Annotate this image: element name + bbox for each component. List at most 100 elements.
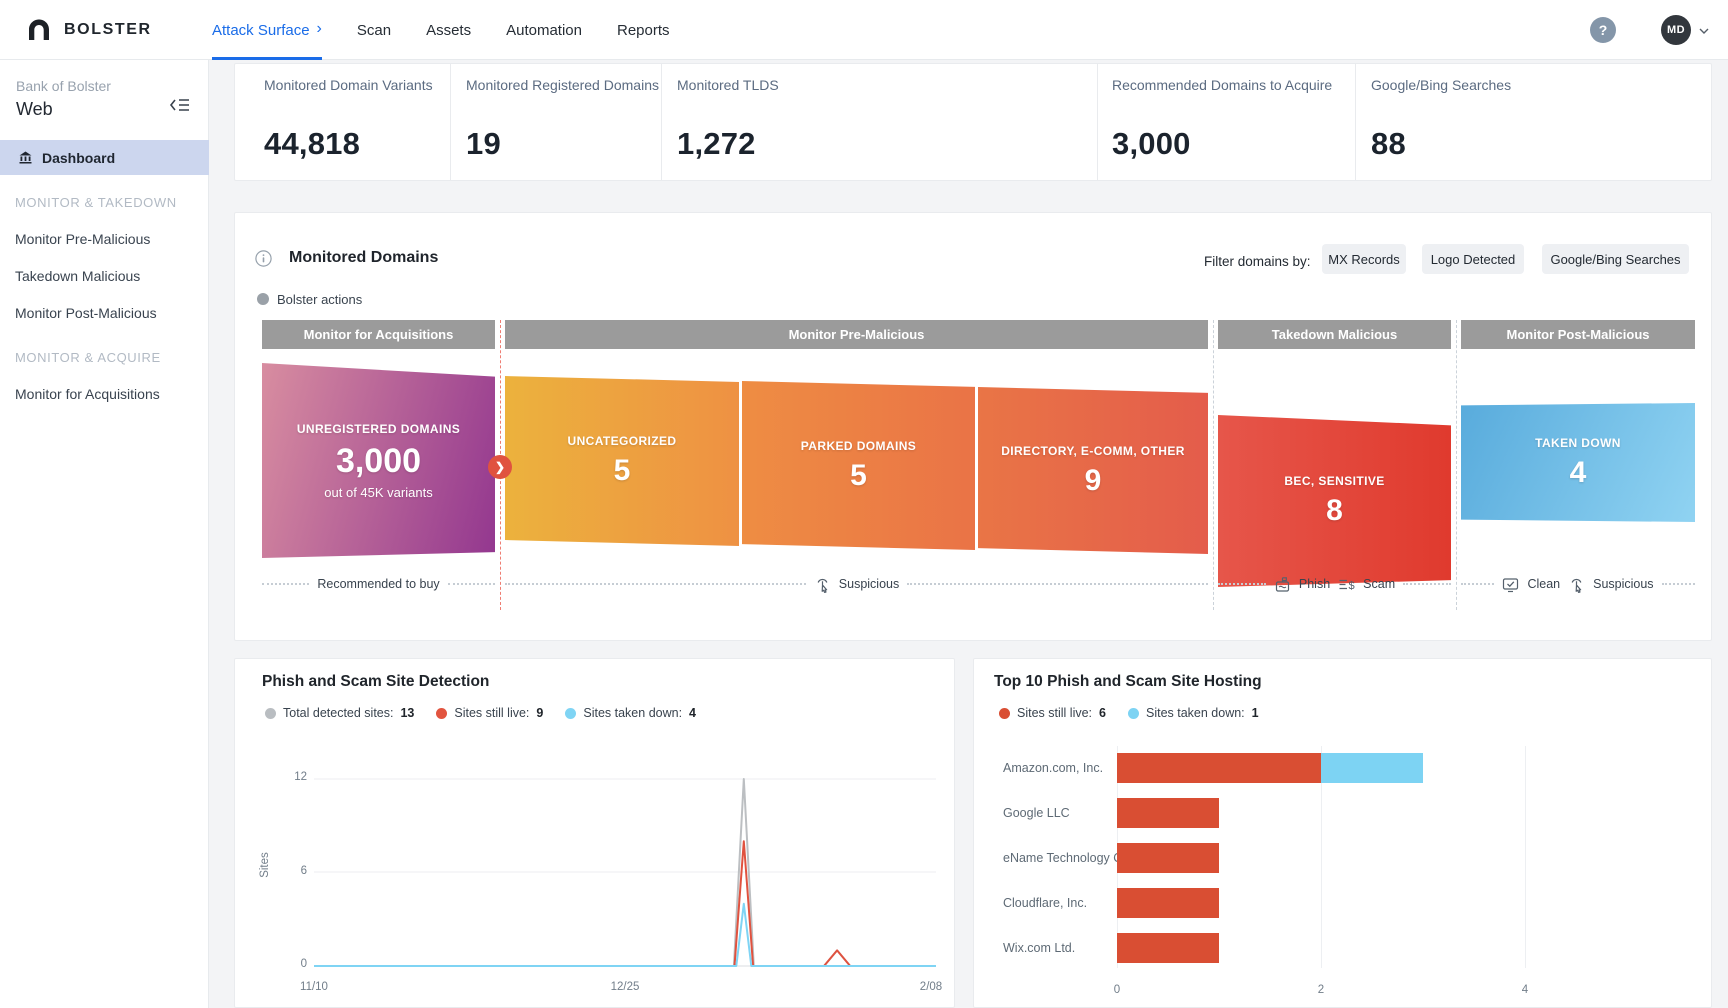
x-tick-0: 0: [1102, 984, 1132, 996]
scam-icon: $: [1338, 576, 1355, 593]
top-hosting-card: Top 10 Phish and Scam Site Hosting Sites…: [973, 658, 1712, 1008]
dotted-line: [1218, 583, 1266, 585]
section-title: Monitored Domains: [289, 249, 438, 267]
funnel-arrow-button[interactable]: ❯: [488, 455, 512, 479]
live-bar: [1117, 843, 1219, 873]
chart-title: Top 10 Phish and Scam Site Hosting: [994, 673, 1262, 691]
x-tick-2: 2: [1306, 984, 1336, 996]
live-bar: [1117, 798, 1219, 828]
funnel-segment-unregistered-domains[interactable]: UNREGISTERED DOMAINS 3,000 out of 45K va…: [262, 363, 495, 558]
bar-row-google: Google LLC: [974, 798, 1711, 828]
sidebar-section-monitor-acquire: MONITOR & ACQUIRE: [15, 350, 161, 365]
taken-down-bar: [1321, 753, 1423, 783]
nav-reports[interactable]: Reports: [617, 0, 670, 60]
dotted-line: [448, 583, 495, 585]
dotted-line: [1662, 583, 1695, 585]
funnel-header-monitor-post-malicious: Monitor Post-Malicious: [1461, 320, 1695, 349]
funnel-segment-bec-sensitive[interactable]: BEC, SENSITIVE 8: [1218, 415, 1451, 587]
funnel-header-monitor-for-acquisitions: Monitor for Acquisitions: [262, 320, 495, 349]
funnel-segment-parked-domains[interactable]: PARKED DOMAINS 5: [742, 381, 975, 550]
bar-row-amazon: Amazon.com, Inc.: [974, 753, 1711, 783]
phish-icon: [1274, 576, 1291, 593]
nav-scan[interactable]: Scan: [357, 0, 391, 60]
filter-logo-detected[interactable]: Logo Detected: [1422, 244, 1524, 274]
workspace-name: Web: [16, 99, 53, 120]
dotted-line: [505, 583, 806, 585]
legend-dot: [1128, 708, 1139, 719]
divider: [661, 64, 662, 180]
sidebar-item-monitor-post-malicious[interactable]: Monitor Post-Malicious: [15, 305, 157, 321]
funnel-header-takedown-malicious: Takedown Malicious: [1218, 320, 1451, 349]
y-tick-6: 6: [281, 865, 307, 877]
filter-mx-records[interactable]: MX Records: [1322, 244, 1406, 274]
sidebar-item-takedown-malicious[interactable]: Takedown Malicious: [15, 268, 140, 284]
chart-legend: Sites still live: 6 Sites taken down: 1: [999, 706, 1259, 720]
legend-dot: [265, 708, 276, 719]
sidebar: Bank of Bolster Web Dashboard MONITOR & …: [0, 60, 209, 1008]
funnel-segment-taken-down[interactable]: TAKEN DOWN 4: [1461, 403, 1695, 522]
divider: [1213, 320, 1214, 610]
live-bar: [1117, 753, 1321, 783]
sidebar-collapse-icon[interactable]: [169, 96, 191, 114]
clean-monitor-icon: [1502, 576, 1519, 593]
x-tick-208: 2/08: [906, 981, 956, 993]
live-bar: [1117, 933, 1219, 963]
bolster-actions-label: Bolster actions: [277, 292, 362, 307]
dotted-line: [907, 583, 1208, 585]
legend-dot: [565, 708, 576, 719]
divider: [1097, 64, 1098, 180]
divider: [450, 64, 451, 180]
sidebar-section-monitor-takedown: MONITOR & TAKEDOWN: [15, 195, 177, 210]
dotted-line: [1403, 583, 1451, 585]
bolster-logo-icon: [24, 15, 54, 45]
x-tick-1225: 12/25: [595, 981, 655, 993]
chevron-down-icon[interactable]: [1699, 26, 1709, 36]
dotted-line: [262, 583, 309, 585]
info-icon[interactable]: [255, 250, 272, 267]
filter-label: Filter domains by:: [1204, 254, 1311, 269]
legend-dot: [436, 708, 447, 719]
funnel-header-monitor-pre-malicious: Monitor Pre-Malicious: [505, 320, 1208, 349]
bolster-actions-dot: [257, 293, 269, 305]
suspicious-tap-icon: [1568, 576, 1585, 593]
bar-row-wix: Wix.com Ltd.: [974, 933, 1711, 963]
help-button[interactable]: ?: [1590, 17, 1616, 43]
divider: [1355, 64, 1356, 180]
y-tick-0: 0: [281, 958, 307, 970]
nav-automation[interactable]: Automation: [506, 0, 582, 60]
x-tick-1110: 11/10: [284, 981, 344, 993]
sidebar-item-monitor-pre-malicious[interactable]: Monitor Pre-Malicious: [15, 231, 150, 247]
bank-icon: [18, 150, 33, 165]
funnel-footer-takedown: Phish $ Scam: [1218, 573, 1451, 595]
bar-row-clo udflare: Cloudflare, Inc.: [974, 888, 1711, 918]
funnel-segment-directory-ecomm-other[interactable]: DIRECTORY, E-COMM, OTHER 9: [978, 387, 1208, 554]
legend-sites-still-live: Sites still live: 6: [999, 706, 1106, 720]
bar-row-ename: eName Technology Co....: [974, 843, 1711, 873]
main-nav: Attack Surface› Scan Assets Automation R…: [212, 0, 670, 60]
legend-total-detected: Total detected sites: 13: [265, 706, 414, 720]
nav-attack-surface[interactable]: Attack Surface›: [212, 0, 322, 60]
nav-assets[interactable]: Assets: [426, 0, 471, 60]
dotted-line: [1461, 583, 1494, 585]
legend-sites-taken-down: Sites taken down: 4: [565, 706, 696, 720]
chart-title: Phish and Scam Site Detection: [262, 673, 489, 691]
user-avatar[interactable]: MD: [1661, 15, 1691, 45]
funnel-footer-pre-malicious: Suspicious: [505, 573, 1208, 595]
svg-text:$: $: [1349, 580, 1355, 592]
top-nav: BOLSTER Attack Surface› Scan Assets Auto…: [0, 0, 1728, 60]
y-tick-12: 12: [281, 771, 307, 783]
monitored-domains-card: Monitored Domains Filter domains by: MX …: [234, 212, 1712, 641]
legend-sites-still-live: Sites still live: 9: [436, 706, 543, 720]
sidebar-item-monitor-for-acquisitions[interactable]: Monitor for Acquisitions: [15, 386, 160, 402]
sidebar-item-dashboard[interactable]: Dashboard: [0, 140, 209, 175]
filter-google-bing-searches[interactable]: Google/Bing Searches: [1542, 244, 1689, 274]
funnel-footer-post-malicious: Clean Suspicious: [1461, 573, 1695, 595]
legend-sites-taken-down: Sites taken down: 1: [1128, 706, 1259, 720]
x-tick-4: 4: [1510, 984, 1540, 996]
funnel-segment-uncategorized[interactable]: UNCATEGORIZED 5: [505, 376, 739, 546]
detection-line-chart: [314, 778, 936, 968]
legend-dot: [999, 708, 1010, 719]
domains-funnel: Monitor for Acquisitions Monitor Pre-Mal…: [235, 320, 1713, 642]
org-name: Bank of Bolster: [16, 78, 111, 94]
phish-scam-detection-card: Phish and Scam Site Detection Total dete…: [234, 658, 955, 1008]
